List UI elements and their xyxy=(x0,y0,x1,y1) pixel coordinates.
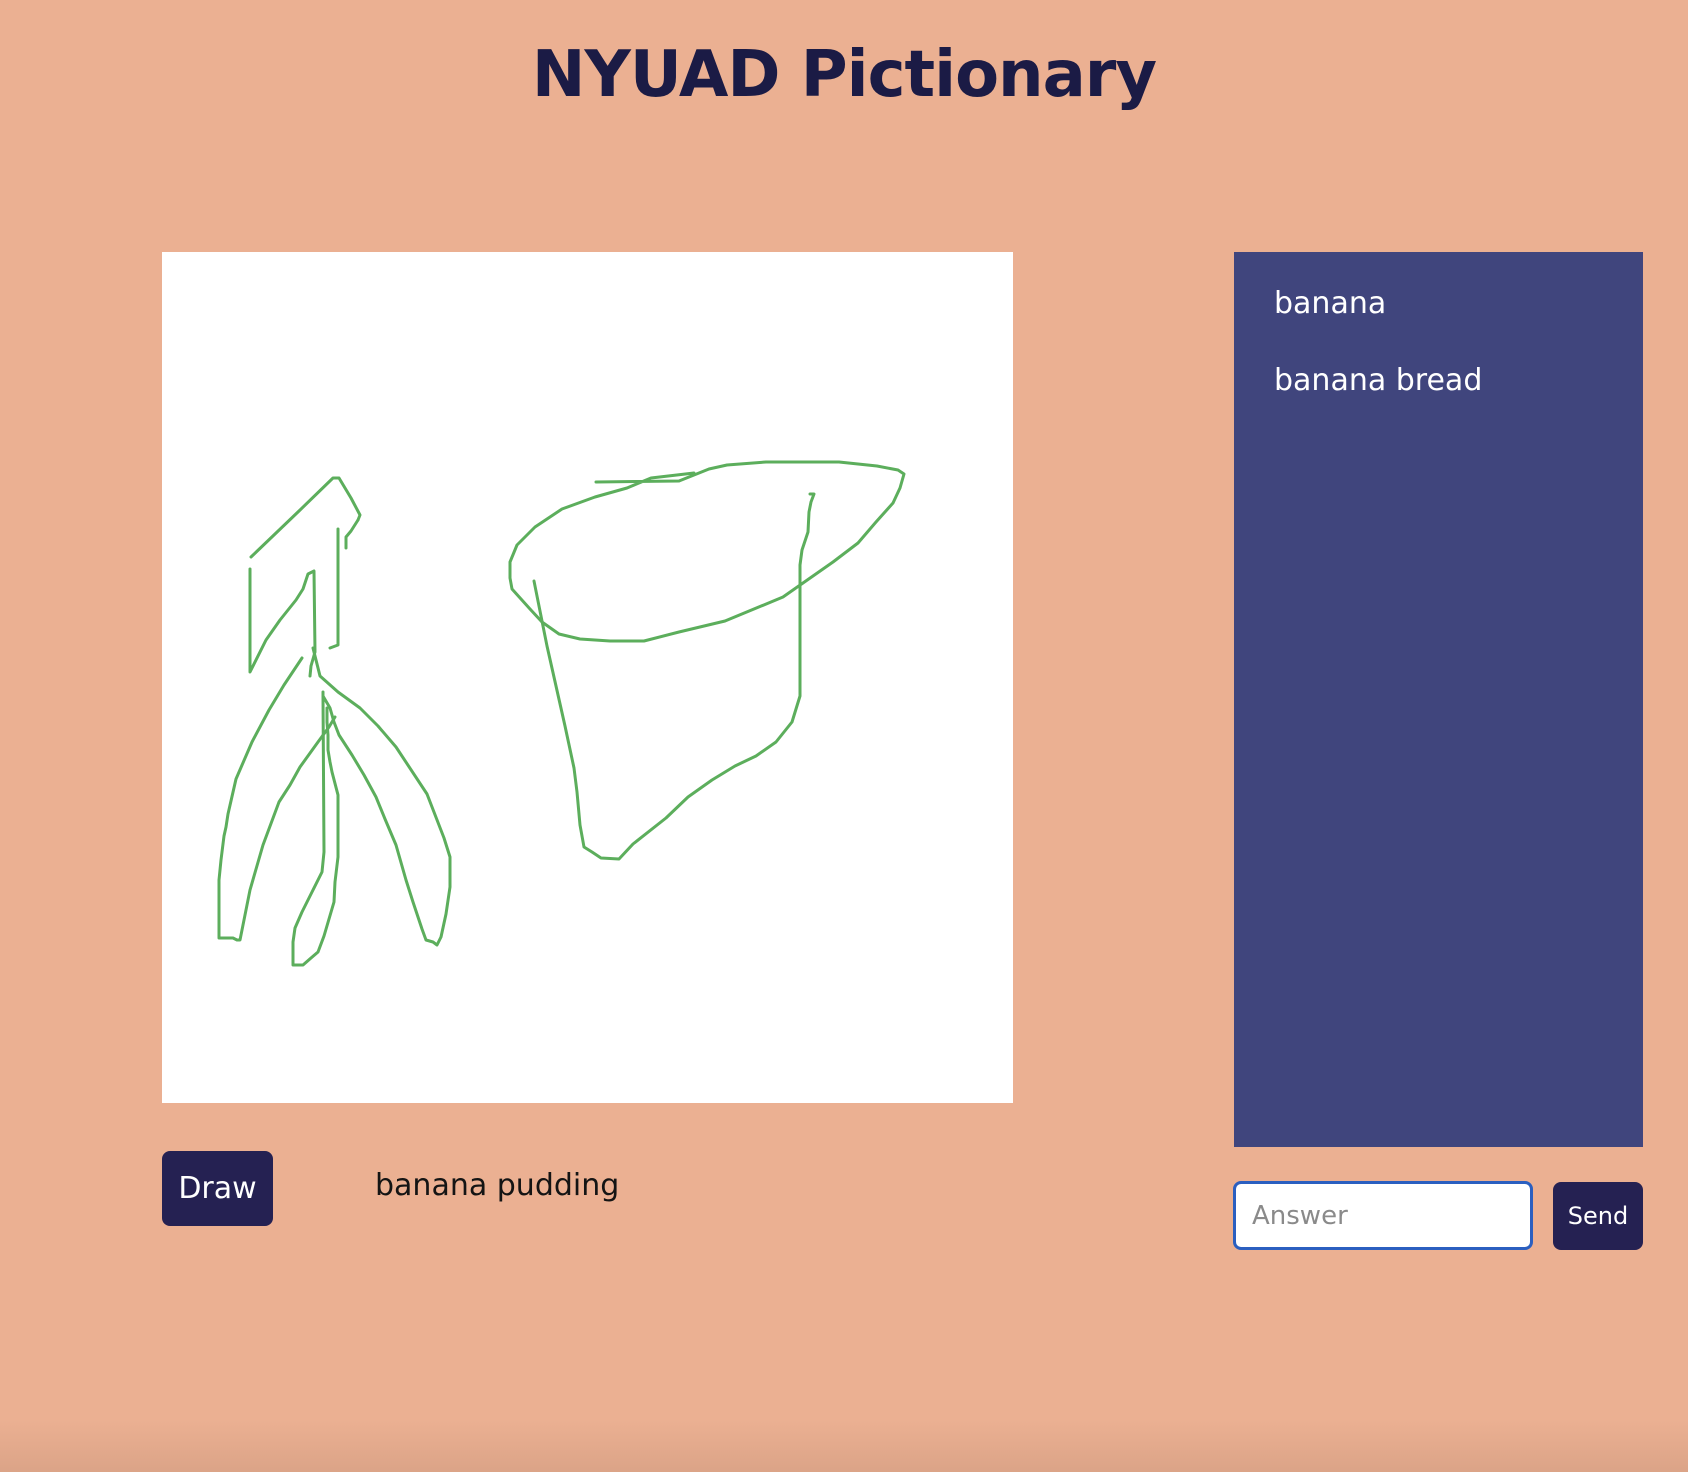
drawing-stroke xyxy=(249,476,362,559)
guess-item: banana xyxy=(1274,286,1387,321)
page-title: NYUAD Pictionary xyxy=(531,38,1157,112)
guesses-panel: banana banana bread xyxy=(1234,252,1643,1147)
drawing-canvas[interactable] xyxy=(162,252,1013,1103)
drawing-strokes xyxy=(217,460,906,967)
drawing-stroke xyxy=(248,567,317,678)
drawing-stroke xyxy=(217,656,337,942)
send-button[interactable]: Send xyxy=(1553,1182,1643,1250)
drawing-stroke xyxy=(344,518,360,550)
drawing-stroke xyxy=(328,527,340,650)
bottom-shadow xyxy=(0,1420,1688,1472)
answer-input[interactable] xyxy=(1233,1181,1533,1250)
current-word: banana pudding xyxy=(375,1168,620,1203)
drawing-stroke xyxy=(532,492,816,861)
guess-item: banana bread xyxy=(1274,363,1483,398)
drawing-stroke xyxy=(508,460,906,643)
draw-button[interactable]: Draw xyxy=(162,1151,273,1226)
drawing-stroke xyxy=(291,694,340,967)
